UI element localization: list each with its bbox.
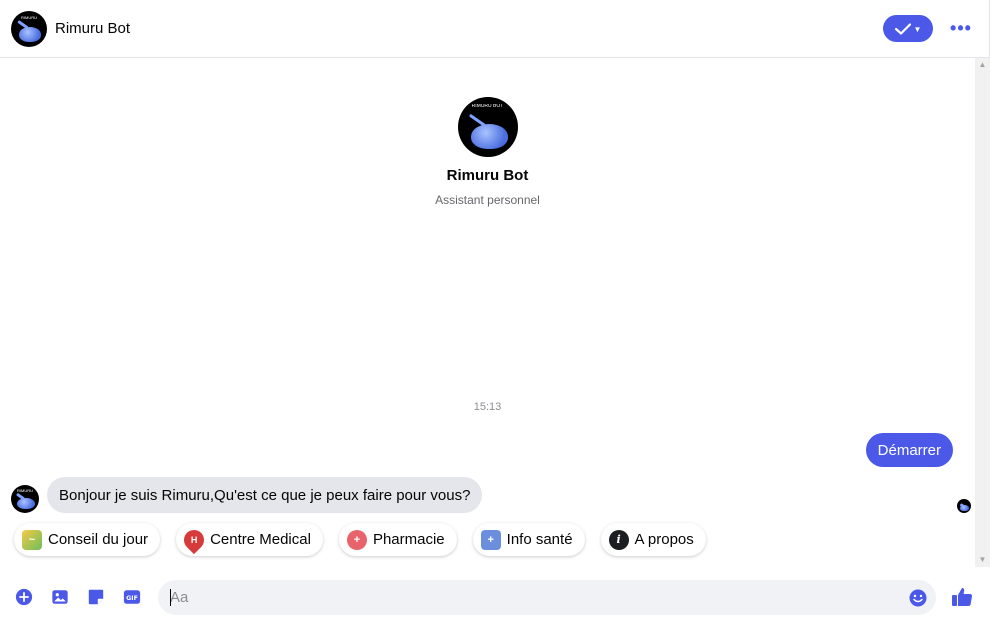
sticker-icon [88, 589, 104, 605]
image-button[interactable] [48, 585, 72, 609]
profile-subtitle: Assistant personnel [435, 193, 540, 207]
incoming-message-row: RIMURU BOT Bonjour je suis Rimuru,Qu'est… [11, 477, 483, 513]
svg-text:GIF: GIF [126, 595, 138, 602]
avatar-slime [470, 124, 508, 150]
quick-reply-conseil[interactable]: ~ Conseil du jour [14, 523, 161, 556]
pharmacy-icon: + [346, 529, 367, 550]
chat-header: RIMURU BOT Rimuru Bot ▼ ••• [0, 0, 990, 58]
avatar-badge-text: RIMURU BOT [471, 104, 504, 110]
avatar-badge-text: RIMURU BOT [20, 15, 37, 20]
window-edge [990, 0, 1005, 627]
avatar-slime [17, 497, 35, 510]
avatar-slime [960, 505, 969, 512]
sticker-button[interactable] [84, 585, 108, 609]
quick-replies: ~ Conseil du jour H Centre Medical + Pha… [14, 523, 706, 556]
incoming-message[interactable]: Bonjour je suis Rimuru,Qu'est ce que je … [47, 477, 483, 513]
bot-avatar[interactable]: RIMURU BOT [11, 10, 47, 47]
quick-reply-label: Info santé [506, 531, 573, 548]
avatar-slime [18, 26, 42, 42]
quick-reply-pharmacie[interactable]: + Pharmacie [338, 523, 457, 556]
messenger-chat-window: RIMURU BOT Rimuru Bot ▼ ••• ▲ ▼ RIMURU B… [0, 0, 1005, 627]
check-icon [894, 22, 911, 35]
like-button[interactable] [950, 585, 974, 609]
quick-reply-info-sante[interactable]: + Info santé [472, 523, 585, 556]
quick-reply-a-propos[interactable]: i A propos [600, 523, 706, 556]
gif-icon: GIF [123, 590, 141, 604]
more-horizontal-icon: ••• [950, 18, 972, 38]
info-icon: i [608, 529, 629, 550]
add-button[interactable] [12, 585, 36, 609]
message-input[interactable] [158, 579, 936, 615]
add-icon [15, 588, 33, 606]
avatar-badge-text: RIMURU BOT [16, 488, 33, 493]
quick-reply-label: A propos [634, 531, 694, 548]
bot-profile-avatar[interactable]: RIMURU BOT [457, 97, 518, 157]
bot-profile: RIMURU BOT Rimuru Bot Assistant personne… [0, 97, 975, 207]
image-icon [52, 590, 68, 604]
chat-title[interactable]: Rimuru Bot [55, 20, 130, 37]
health-info-icon: + [480, 529, 501, 550]
emoji-button[interactable] [908, 588, 928, 608]
scrollbar[interactable]: ▲ ▼ [975, 58, 990, 567]
chevron-down-icon: ▼ [913, 25, 922, 34]
read-receipt-avatar [957, 499, 971, 513]
thumbs-up-icon [952, 588, 973, 607]
leaf-icon: ~ [22, 529, 42, 550]
quick-reply-label: Conseil du jour [48, 531, 149, 548]
quick-reply-label: Centre Medical [210, 531, 311, 548]
scroll-down-arrow-icon[interactable]: ▼ [975, 553, 990, 567]
message-input-wrapper [158, 579, 936, 615]
bot-message-avatar[interactable]: RIMURU BOT [11, 485, 39, 513]
text-caret [170, 588, 171, 606]
quick-reply-label: Pharmacie [372, 531, 445, 548]
message-composer: GIF [0, 567, 990, 627]
mark-read-button[interactable]: ▼ [883, 15, 933, 42]
profile-name: Rimuru Bot [446, 167, 529, 184]
outgoing-message[interactable]: Démarrer [865, 433, 953, 467]
scroll-up-arrow-icon[interactable]: ▲ [975, 58, 990, 72]
gif-button[interactable]: GIF [120, 585, 144, 609]
emoji-icon [909, 589, 927, 606]
message-timestamp: 15:13 [473, 401, 502, 413]
more-options-button[interactable]: ••• [946, 14, 976, 44]
map-pin-hospital-icon: H [179, 525, 209, 554]
quick-reply-centre-medical[interactable]: H Centre Medical [176, 523, 323, 556]
